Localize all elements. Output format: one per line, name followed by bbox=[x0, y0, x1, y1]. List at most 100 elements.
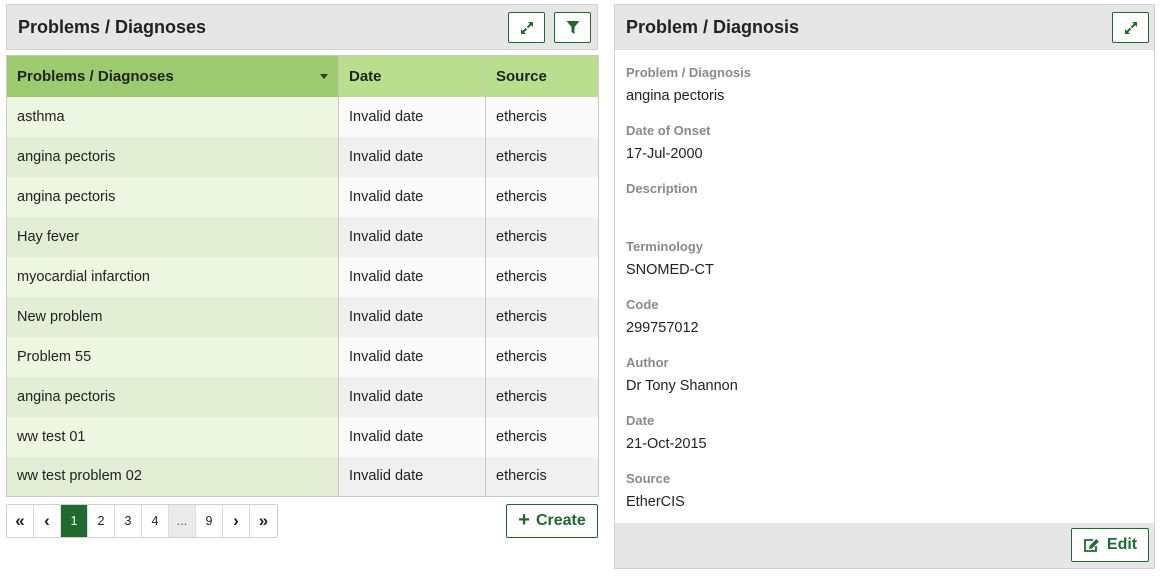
plus-icon: + bbox=[518, 509, 530, 531]
page-button-3[interactable]: 3 bbox=[115, 505, 142, 537]
table-row[interactable]: angina pectoris Invalid date ethercis bbox=[6, 376, 599, 417]
field-label: Date of Onset bbox=[626, 123, 711, 138]
cell-date: Invalid date bbox=[338, 176, 486, 217]
cell-problem: angina pectoris bbox=[6, 376, 339, 417]
first-page-button[interactable]: « bbox=[7, 505, 34, 537]
field-source: Source EtherCIS bbox=[626, 471, 1143, 529]
cell-date: Invalid date bbox=[338, 96, 486, 137]
cell-source: ethercis bbox=[485, 216, 599, 257]
table-row[interactable]: asthma Invalid date ethercis bbox=[6, 96, 599, 137]
table-row[interactable]: angina pectoris Invalid date ethercis bbox=[6, 176, 599, 217]
field-value: EtherCIS bbox=[626, 494, 685, 510]
page-ellipsis: ... bbox=[169, 505, 196, 537]
field-value: angina pectoris bbox=[626, 88, 725, 104]
cell-source: ethercis bbox=[485, 136, 599, 177]
cell-source: ethercis bbox=[485, 336, 599, 377]
next-page-button[interactable]: › bbox=[223, 505, 250, 537]
detail-panel-header: Problem / Diagnosis bbox=[615, 5, 1154, 50]
field-value: 17-Jul-2000 bbox=[626, 146, 703, 162]
cell-date: Invalid date bbox=[338, 336, 486, 377]
detail-expand-button[interactable] bbox=[1112, 12, 1149, 43]
cell-date: Invalid date bbox=[338, 416, 486, 457]
cell-date: Invalid date bbox=[338, 256, 486, 297]
sort-caret-icon bbox=[320, 74, 328, 79]
cell-source: ethercis bbox=[485, 296, 599, 337]
problems-list-panel: Problems / Diagnoses Problems / Diagnose… bbox=[6, 4, 599, 538]
page-button-9[interactable]: 9 bbox=[196, 505, 223, 537]
cell-date: Invalid date bbox=[338, 216, 486, 257]
table-row[interactable]: myocardial infarction Invalid date ether… bbox=[6, 256, 599, 297]
detail-panel-title: Problem / Diagnosis bbox=[626, 16, 800, 37]
field-date: Date 21-Oct-2015 bbox=[626, 413, 1143, 471]
cell-problem: asthma bbox=[6, 96, 339, 137]
cell-source: ethercis bbox=[485, 96, 599, 137]
column-header-label: Problems / Diagnoses bbox=[17, 67, 174, 85]
column-header-date[interactable]: Date bbox=[338, 55, 486, 97]
field-value: 299757012 bbox=[626, 320, 699, 336]
table-row[interactable]: Hay fever Invalid date ethercis bbox=[6, 216, 599, 257]
detail-fields: Problem / Diagnosis angina pectoris Date… bbox=[615, 50, 1154, 529]
field-label: Problem / Diagnosis bbox=[626, 65, 751, 80]
cell-date: Invalid date bbox=[338, 456, 486, 497]
page-button-4[interactable]: 4 bbox=[142, 505, 169, 537]
edit-button[interactable]: Edit bbox=[1071, 528, 1149, 562]
column-header-source[interactable]: Source bbox=[485, 55, 599, 97]
last-page-button[interactable]: » bbox=[250, 505, 277, 537]
create-button[interactable]: + Create bbox=[506, 504, 598, 538]
cell-source: ethercis bbox=[485, 416, 599, 457]
table-header-row: Problems / Diagnoses Date Source bbox=[6, 55, 599, 97]
cell-date: Invalid date bbox=[338, 296, 486, 337]
table-row[interactable]: New problem Invalid date ethercis bbox=[6, 296, 599, 337]
pagination: « ‹ 1 2 3 4 ... 9 › » bbox=[6, 504, 278, 538]
field-value: 21-Oct-2015 bbox=[626, 436, 707, 452]
column-header-problem[interactable]: Problems / Diagnoses bbox=[6, 55, 339, 97]
column-header-label: Source bbox=[496, 67, 547, 85]
field-terminology: Terminology SNOMED-CT bbox=[626, 239, 1143, 297]
cell-source: ethercis bbox=[485, 176, 599, 217]
cell-problem: Problem 55 bbox=[6, 336, 339, 377]
cell-problem: angina pectoris bbox=[6, 176, 339, 217]
filter-button[interactable] bbox=[554, 12, 591, 43]
field-label: Description bbox=[626, 181, 698, 196]
field-label: Terminology bbox=[626, 239, 704, 254]
table-row[interactable]: Problem 55 Invalid date ethercis bbox=[6, 336, 599, 377]
field-value: Dr Tony Shannon bbox=[626, 378, 738, 394]
field-label: Code bbox=[626, 297, 659, 312]
cell-problem: angina pectoris bbox=[6, 136, 339, 177]
edit-icon bbox=[1083, 538, 1099, 552]
field-problem: Problem / Diagnosis angina pectoris bbox=[626, 65, 1143, 123]
edit-button-label: Edit bbox=[1106, 536, 1138, 553]
field-author: Author Dr Tony Shannon bbox=[626, 355, 1143, 413]
cell-source: ethercis bbox=[485, 376, 599, 417]
field-value bbox=[626, 204, 1143, 221]
list-panel-header: Problems / Diagnoses bbox=[6, 4, 598, 50]
page-button-2[interactable]: 2 bbox=[88, 505, 115, 537]
prev-page-button[interactable]: ‹ bbox=[34, 505, 61, 537]
field-label: Author bbox=[626, 355, 669, 370]
cell-date: Invalid date bbox=[338, 376, 486, 417]
field-value: SNOMED-CT bbox=[626, 262, 714, 278]
column-header-label: Date bbox=[349, 67, 382, 85]
field-description: Description bbox=[626, 181, 1143, 239]
field-label: Source bbox=[626, 471, 671, 486]
table-row[interactable]: ww test problem 02 Invalid date ethercis bbox=[6, 456, 599, 497]
field-code: Code 299757012 bbox=[626, 297, 1143, 355]
cell-source: ethercis bbox=[485, 256, 599, 297]
expand-button[interactable] bbox=[508, 12, 545, 43]
table-row[interactable]: angina pectoris Invalid date ethercis bbox=[6, 136, 599, 177]
field-label: Date bbox=[626, 413, 655, 428]
cell-problem: New problem bbox=[6, 296, 339, 337]
problem-detail-panel: Problem / Diagnosis Problem / Diagnosis … bbox=[614, 4, 1155, 569]
list-panel-title: Problems / Diagnoses bbox=[18, 16, 207, 37]
cell-problem: myocardial infarction bbox=[6, 256, 339, 297]
page-button-1[interactable]: 1 bbox=[61, 505, 88, 537]
expand-icon bbox=[1124, 21, 1137, 34]
expand-icon bbox=[520, 21, 533, 34]
problems-table: Problems / Diagnoses Date Source asthma … bbox=[6, 55, 599, 497]
create-button-label: Create bbox=[535, 512, 586, 529]
cell-problem: ww test problem 02 bbox=[6, 456, 339, 497]
field-date-of-onset: Date of Onset 17-Jul-2000 bbox=[626, 123, 1143, 181]
cell-date: Invalid date bbox=[338, 136, 486, 177]
filter-icon bbox=[566, 21, 579, 34]
table-row[interactable]: ww test 01 Invalid date ethercis bbox=[6, 416, 599, 457]
